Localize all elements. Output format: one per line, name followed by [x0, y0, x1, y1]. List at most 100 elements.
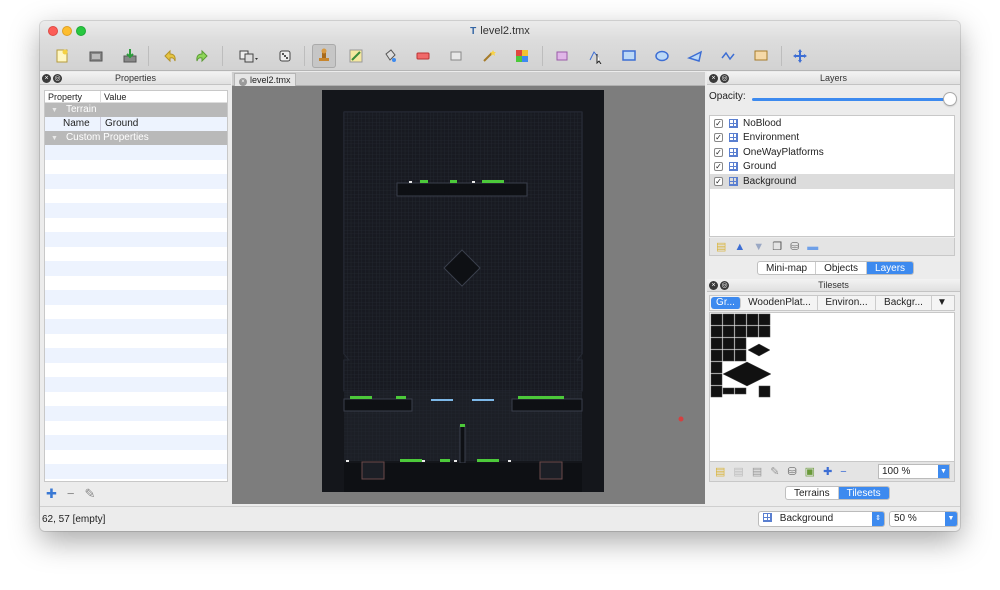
- save-icon[interactable]: [118, 44, 142, 68]
- opacity-slider[interactable]: [752, 98, 949, 101]
- properties-header: Property Value: [45, 91, 227, 103]
- chevron-updown-icon[interactable]: ⇕: [872, 512, 884, 526]
- properties-table[interactable]: Property Value ▼ Terrain Name Ground ▼ Cus…: [44, 90, 228, 482]
- opacity-slider-knob[interactable]: [944, 93, 956, 105]
- layer-item-ground[interactable]: ✓ Ground: [710, 160, 954, 175]
- visibility-checkbox[interactable]: ✓: [714, 133, 723, 143]
- center-pillar: [459, 425, 466, 464]
- bucket-fill-icon[interactable]: [378, 44, 402, 68]
- disclosure-triangle-icon[interactable]: ▼: [51, 132, 58, 146]
- delete-layer-icon[interactable]: ⛁: [790, 240, 799, 253]
- edit-tileset-icon[interactable]: ✎: [770, 465, 779, 478]
- remove-property-icon[interactable]: −: [67, 486, 75, 502]
- tab-mini-map[interactable]: Mini-map: [758, 262, 817, 274]
- tileset-tab-ground[interactable]: Gr...: [711, 297, 741, 309]
- tileset-tab-environment[interactable]: Environ...: [818, 296, 876, 310]
- lower-layer-icon[interactable]: ▼: [753, 241, 764, 253]
- show-hide-other-layers-icon[interactable]: ▬: [807, 241, 818, 253]
- random-mode-icon[interactable]: [236, 44, 260, 68]
- title-bar: Tlevel2.tmx: [40, 21, 960, 41]
- select-same-tile-icon[interactable]: [510, 44, 534, 68]
- current-layer-select[interactable]: Background ⇕: [758, 511, 885, 527]
- tab-layers[interactable]: Layers: [867, 262, 914, 274]
- chevron-down-icon[interactable]: ▼: [938, 465, 949, 478]
- move-icon[interactable]: [788, 44, 812, 68]
- cursor-marker: [678, 416, 684, 422]
- terrain-brush-icon[interactable]: [344, 44, 368, 68]
- disclosure-triangle-icon[interactable]: ▼: [51, 104, 58, 118]
- close-tab-icon[interactable]: ×: [239, 78, 247, 86]
- import-tileset-icon[interactable]: ▤: [733, 465, 743, 478]
- tileset-tabs-menu[interactable]: ▼: [932, 296, 952, 310]
- document-tab[interactable]: × level2.tmx: [234, 73, 296, 86]
- redo-icon[interactable]: [190, 44, 214, 68]
- group-terrain[interactable]: ▼ Terrain: [45, 103, 227, 117]
- float-panel-icon[interactable]: ◎: [720, 74, 729, 83]
- property-value[interactable]: Ground: [101, 117, 138, 131]
- layer-list[interactable]: ✓ NoBlood ✓ Environment ✓ OneWayPlatforms ✓…: [709, 115, 955, 237]
- tmx-file-icon: T: [470, 26, 477, 37]
- insert-polygon-icon[interactable]: [683, 44, 707, 68]
- tileset-tab-wooden[interactable]: WoodenPlat...: [742, 296, 818, 310]
- zoom-out-icon[interactable]: −: [840, 466, 846, 478]
- magic-wand-icon[interactable]: [477, 44, 501, 68]
- stamp-brush-icon[interactable]: [312, 44, 336, 68]
- rectangle-select-icon[interactable]: [444, 44, 468, 68]
- column-property[interactable]: Property: [45, 91, 101, 102]
- tileset-properties-icon[interactable]: ▣: [805, 465, 815, 478]
- dice-icon[interactable]: [273, 44, 297, 68]
- add-property-icon[interactable]: ✚: [46, 486, 57, 502]
- visibility-checkbox[interactable]: ✓: [714, 147, 723, 157]
- duplicate-layer-icon[interactable]: ❐: [772, 240, 782, 253]
- layers-panel: × ◎ Layers Opacity: ✓ NoBlood ✓ Environmen…: [707, 72, 960, 278]
- map-zoom-select[interactable]: 50 % ▼: [889, 511, 958, 527]
- tab-terrains[interactable]: Terrains: [786, 487, 839, 499]
- tab-tilesets[interactable]: Tilesets: [838, 487, 889, 499]
- map-canvas[interactable]: [232, 86, 705, 504]
- tileset-tab-background[interactable]: Backgr...: [876, 296, 932, 310]
- properties-panel-header: × ◎ Properties: [40, 72, 231, 85]
- insert-tile-object-icon[interactable]: [749, 44, 773, 68]
- map-editor[interactable]: × level2.tmx: [232, 72, 705, 504]
- insert-tile-icon[interactable]: [550, 44, 574, 68]
- zoom-in-icon[interactable]: ✚: [823, 465, 832, 478]
- export-tileset-icon[interactable]: ▤: [752, 465, 762, 478]
- new-layer-icon[interactable]: ▤: [716, 240, 726, 253]
- insert-ellipse-icon[interactable]: [650, 44, 674, 68]
- close-panel-icon[interactable]: ×: [709, 74, 718, 83]
- visibility-checkbox[interactable]: ✓: [714, 176, 723, 186]
- tileset-view[interactable]: [709, 312, 955, 462]
- delete-tileset-icon[interactable]: ⛁: [787, 465, 796, 478]
- select-objects-icon[interactable]: [584, 44, 608, 68]
- float-panel-icon[interactable]: ◎: [720, 281, 729, 290]
- close-panel-icon[interactable]: ×: [709, 281, 718, 290]
- tab-objects[interactable]: Objects: [816, 262, 868, 274]
- open-icon[interactable]: [84, 44, 108, 68]
- column-value[interactable]: Value: [101, 91, 126, 102]
- new-map-icon[interactable]: [50, 44, 74, 68]
- insert-rectangle-icon[interactable]: [617, 44, 641, 68]
- new-tileset-icon[interactable]: ▤: [715, 465, 725, 478]
- tiled-window: Tlevel2.tmx × ◎ Properties Property Valu…: [40, 21, 960, 531]
- visibility-checkbox[interactable]: ✓: [714, 162, 723, 172]
- layer-item-onewayplatforms[interactable]: ✓ OneWayPlatforms: [710, 145, 954, 160]
- layer-item-environment[interactable]: ✓ Environment: [710, 131, 954, 146]
- tileset-grid[interactable]: [710, 313, 956, 463]
- eraser-icon[interactable]: [411, 44, 435, 68]
- property-row-name[interactable]: Name Ground: [45, 117, 227, 131]
- visibility-checkbox[interactable]: ✓: [714, 118, 723, 128]
- layer-item-noblood[interactable]: ✓ NoBlood: [710, 116, 954, 131]
- opacity-label: Opacity:: [709, 91, 746, 102]
- tileset-zoom-select[interactable]: 100 % ▼: [878, 464, 950, 479]
- rename-property-icon[interactable]: ✎: [85, 486, 96, 502]
- chevron-down-icon[interactable]: ▼: [945, 512, 957, 526]
- left-spawn: [361, 461, 385, 480]
- layer-item-background[interactable]: ✓ Background: [710, 174, 954, 189]
- insert-polyline-icon[interactable]: [716, 44, 740, 68]
- raise-layer-icon[interactable]: ▲: [734, 241, 745, 253]
- undo-icon[interactable]: [158, 44, 182, 68]
- group-custom-properties[interactable]: ▼ Custom Properties: [45, 131, 227, 145]
- close-panel-icon[interactable]: ×: [42, 74, 51, 83]
- left-ledge: [343, 398, 413, 412]
- float-panel-icon[interactable]: ◎: [53, 74, 62, 83]
